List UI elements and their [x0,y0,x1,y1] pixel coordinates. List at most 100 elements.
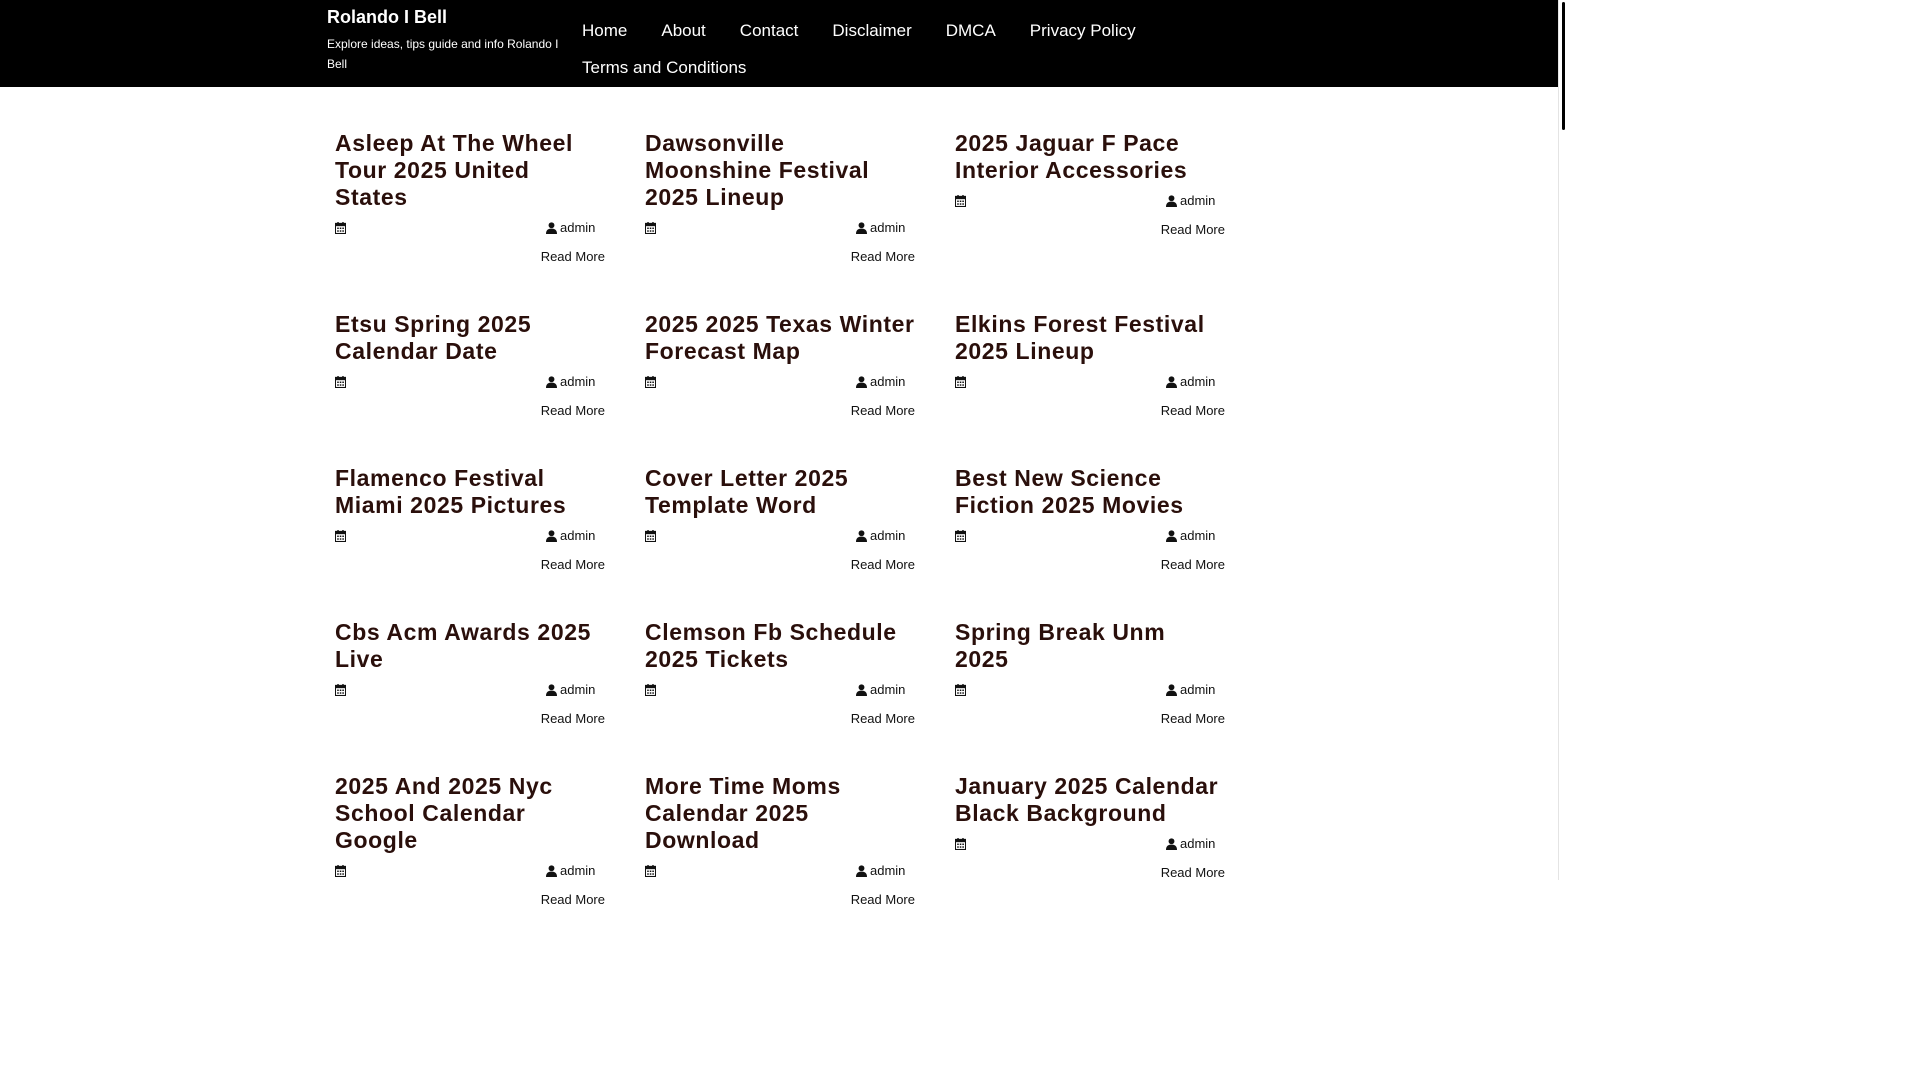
read-more-link[interactable]: Read More [335,711,605,726]
nav-home[interactable]: Home [565,12,644,49]
post-card: Dawsonville Moonshine Festival 2025 Line… [645,130,915,311]
post-author-name[interactable]: admin [870,220,905,235]
post-author[interactable]: admin [546,528,605,543]
read-more-link[interactable]: Read More [335,557,605,572]
post-author[interactable]: admin [546,220,605,235]
post-author-name[interactable]: admin [870,863,905,878]
post-title[interactable]: 2025 2025 Texas Winter Forecast Map [645,311,915,365]
nav-terms-and-conditions[interactable]: Terms and Conditions [565,49,763,86]
post-title[interactable]: Cbs Acm Awards 2025 Live [335,619,605,673]
post-meta: admin [335,860,605,880]
read-more-link[interactable]: Read More [335,892,605,907]
post-card: Asleep At The Wheel Tour 2025 United Sta… [335,130,605,311]
user-icon [546,220,557,235]
post-card: 2025 2025 Texas Winter Forecast Map admin… [645,311,915,465]
post-title[interactable]: 2025 And 2025 Nyc School Calendar Google [335,773,605,854]
site-branding: Rolando I Bell Explore ideas, tips guide… [327,6,562,74]
post-title[interactable]: Etsu Spring 2025 Calendar Date [335,311,605,365]
post-author-name[interactable]: admin [870,374,905,389]
read-more-link[interactable]: Read More [335,249,605,264]
post-title[interactable]: More Time Moms Calendar 2025 Download [645,773,915,854]
post-author-name[interactable]: admin [1180,528,1215,543]
post-author[interactable]: admin [856,682,915,697]
post-author[interactable]: admin [856,374,915,389]
read-more-link[interactable]: Read More [645,892,915,907]
user-icon [1166,374,1177,389]
main-nav: Home About Contact Disclaimer DMCA Priva… [565,12,1165,86]
calendar-icon [335,528,346,543]
read-more-link[interactable]: Read More [645,557,915,572]
post-card: Spring Break Unm 2025 admin Read More [955,619,1225,773]
post-meta: admin [955,525,1225,545]
user-icon [856,528,867,543]
read-more-link[interactable]: Read More [335,403,605,418]
post-author[interactable]: admin [856,863,915,878]
post-meta: admin [645,679,915,699]
post-author[interactable]: admin [546,863,605,878]
post-title[interactable]: Best New Science Fiction 2025 Movies [955,465,1225,519]
post-title[interactable]: 2025 Jaguar F Pace Interior Accessories [955,130,1225,184]
post-card: Clemson Fb Schedule 2025 Tickets admin Rea… [645,619,915,773]
user-icon [1166,193,1177,208]
calendar-icon [645,528,656,543]
post-author[interactable]: admin [1166,193,1225,208]
read-more-link[interactable]: Read More [955,222,1225,237]
scrollbar-thumb[interactable] [1562,2,1565,130]
post-author-name[interactable]: admin [870,682,905,697]
nav-about[interactable]: About [644,12,722,49]
post-author[interactable]: admin [856,220,915,235]
read-more-link[interactable]: Read More [645,711,915,726]
read-more-link[interactable]: Read More [955,557,1225,572]
post-title[interactable]: Cover Letter 2025 Template Word [645,465,915,519]
post-meta: admin [645,217,915,237]
nav-dmca[interactable]: DMCA [929,12,1013,49]
user-icon [1166,836,1177,851]
post-author[interactable]: admin [1166,528,1225,543]
post-author[interactable]: admin [856,528,915,543]
nav-disclaimer[interactable]: Disclaimer [815,12,928,49]
post-author[interactable]: admin [1166,836,1225,851]
post-author[interactable]: admin [1166,682,1225,697]
read-more-link[interactable]: Read More [955,403,1225,418]
post-author-name[interactable]: admin [1180,836,1215,851]
post-author[interactable]: admin [546,374,605,389]
post-title[interactable]: Clemson Fb Schedule 2025 Tickets [645,619,915,673]
calendar-icon [955,836,966,851]
post-title[interactable]: Dawsonville Moonshine Festival 2025 Line… [645,130,915,211]
post-title[interactable]: Flamenco Festival Miami 2025 Pictures [335,465,605,519]
calendar-icon [335,220,346,235]
read-more-link[interactable]: Read More [645,249,915,264]
post-author-name[interactable]: admin [1180,193,1215,208]
post-author[interactable]: admin [1166,374,1225,389]
user-icon [1166,682,1177,697]
read-more-link[interactable]: Read More [955,865,1225,880]
read-more-link[interactable]: Read More [955,711,1225,726]
post-author-name[interactable]: admin [1180,682,1215,697]
site-tagline: Explore ideas, tips guide and info Rolan… [327,37,559,71]
post-meta: admin [335,679,605,699]
nav-contact[interactable]: Contact [723,12,816,49]
post-author-name[interactable]: admin [560,863,595,878]
post-card: More Time Moms Calendar 2025 Download adm… [645,773,915,954]
post-meta: admin [335,525,605,545]
post-title[interactable]: January 2025 Calendar Black Background [955,773,1225,827]
post-meta: admin [645,860,915,880]
nav-privacy-policy[interactable]: Privacy Policy [1013,12,1153,49]
post-author-name[interactable]: admin [560,528,595,543]
read-more-link[interactable]: Read More [645,403,915,418]
page-scrollbar[interactable] [1558,0,1568,880]
user-icon [856,220,867,235]
post-author-name[interactable]: admin [870,528,905,543]
site-header: Rolando I Bell Explore ideas, tips guide… [0,0,1558,87]
post-author-name[interactable]: admin [1180,374,1215,389]
post-author-name[interactable]: admin [560,682,595,697]
post-author-name[interactable]: admin [560,220,595,235]
post-title[interactable]: Elkins Forest Festival 2025 Lineup [955,311,1225,365]
site-title[interactable]: Rolando I Bell [327,6,562,28]
post-author[interactable]: admin [546,682,605,697]
calendar-icon [335,863,346,878]
post-title[interactable]: Asleep At The Wheel Tour 2025 United Sta… [335,130,605,211]
post-title[interactable]: Spring Break Unm 2025 [955,619,1225,673]
post-author-name[interactable]: admin [560,374,595,389]
calendar-icon [335,682,346,697]
